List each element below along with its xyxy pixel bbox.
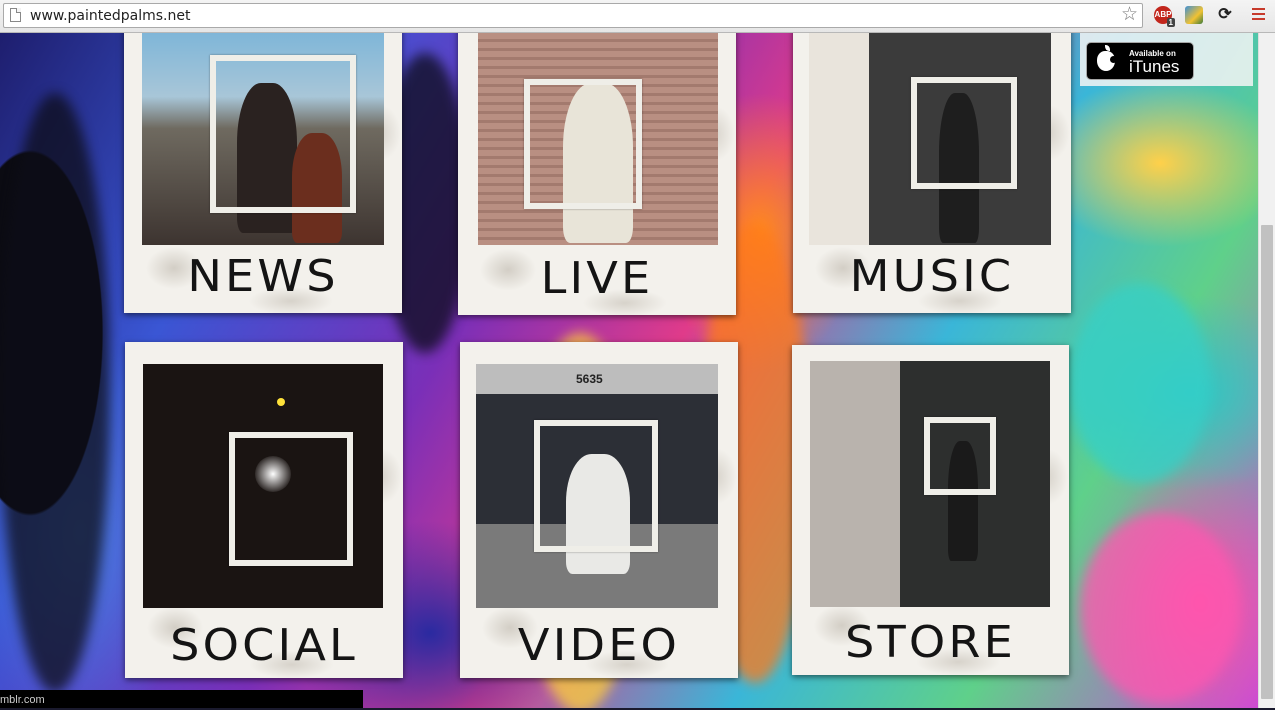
itunes-panel: Available on iTunes: [1080, 33, 1253, 86]
music-photo: [809, 33, 1051, 245]
browser-toolbar: www.paintedpalms.net ☆ ABP 1 ⟳: [0, 0, 1275, 33]
nav-label-live: LIVE: [540, 253, 654, 304]
page-background: NEWS LIVE MUSIC SOCIAL 5635 VIDEO STORE …: [0, 33, 1258, 708]
apple-icon: [1097, 45, 1117, 71]
itunes-badge-button[interactable]: Available on iTunes: [1086, 42, 1194, 80]
nav-card-music[interactable]: MUSIC: [793, 33, 1071, 313]
social-photo: [143, 364, 383, 608]
nav-card-social[interactable]: SOCIAL: [125, 342, 403, 678]
url-text[interactable]: www.paintedpalms.net: [30, 8, 190, 24]
sync-extension-icon[interactable]: ⟳: [1216, 6, 1234, 24]
browser-menu-icon[interactable]: [1252, 8, 1265, 23]
live-photo: [478, 33, 718, 245]
status-bubble: mblr.com: [0, 690, 363, 708]
vertical-scrollbar[interactable]: [1258, 33, 1275, 708]
nav-label-social: SOCIAL: [170, 620, 358, 671]
nav-card-video[interactable]: 5635 VIDEO: [460, 342, 738, 678]
nav-label-music: MUSIC: [849, 251, 1015, 302]
page-icon: [10, 8, 21, 22]
nav-card-store[interactable]: STORE: [792, 345, 1069, 675]
news-photo: [142, 33, 384, 245]
adblock-badge: 1: [1166, 18, 1175, 27]
itunes-label: iTunes: [1129, 57, 1180, 76]
store-photo: [810, 361, 1050, 607]
bookmark-star-icon[interactable]: ☆: [1121, 5, 1138, 25]
nav-label-store: STORE: [845, 617, 1016, 668]
video-photo: 5635: [476, 364, 718, 608]
adblock-extension-icon[interactable]: ABP 1: [1154, 6, 1175, 27]
photo-extension-icon[interactable]: [1185, 6, 1203, 24]
address-bar[interactable]: www.paintedpalms.net ☆: [3, 3, 1143, 28]
nav-card-news[interactable]: NEWS: [124, 33, 402, 313]
nav-label-news: NEWS: [187, 251, 339, 302]
nav-label-video: VIDEO: [517, 620, 681, 671]
nav-card-live[interactable]: LIVE: [458, 33, 736, 315]
scrollbar-thumb[interactable]: [1261, 225, 1273, 699]
